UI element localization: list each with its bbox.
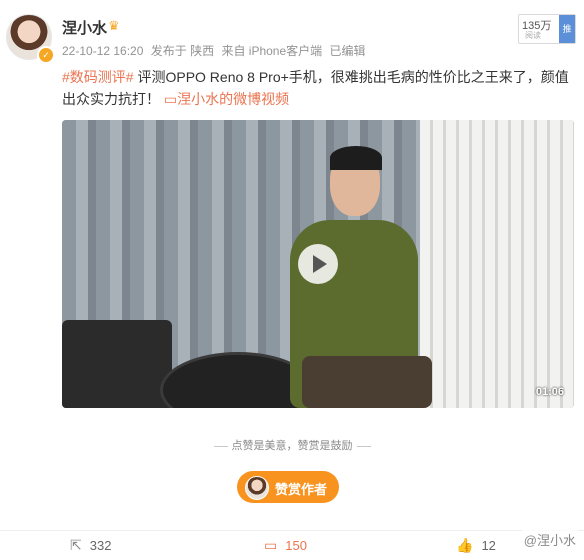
read-label: 阅读 [525, 31, 541, 40]
post-time[interactable]: 22-10-12 16:20 [62, 44, 143, 58]
verified-badge-icon: ✓ [37, 46, 55, 64]
username[interactable]: 涅小水 [62, 17, 107, 38]
crown-icon: ♛ [108, 18, 120, 33]
read-count-box[interactable]: 135万 阅读 推 [518, 14, 576, 44]
reward-tip-text: 点赞是美意，赞赏是鼓励 [231, 440, 353, 452]
post-body: 评测OPPO Reno 8 Pro+手机，很难挑出毛病的性价比之王来了，颜值出众… [62, 69, 569, 107]
comment-count: 150 [285, 538, 307, 553]
post-edited[interactable]: 已编辑 [329, 44, 365, 58]
video-link-icon: ▭ [163, 91, 178, 107]
author-mini-avatar [245, 476, 269, 500]
share-icon: ⇱ [70, 537, 82, 553]
video-duration: 01:06 [535, 386, 564, 398]
like-icon: 👍 [456, 537, 474, 553]
divider [213, 445, 228, 447]
reward-tip: 点赞是美意，赞赏是鼓励 [0, 437, 584, 453]
play-icon[interactable] [298, 244, 338, 284]
video-player[interactable]: 01:06 [62, 120, 574, 408]
video-link[interactable]: ▭涅小水的微博视频 [164, 91, 289, 107]
comment-button[interactable]: ▭ 150 [264, 537, 307, 554]
share-count: 332 [89, 538, 112, 553]
comment-icon: ▭ [264, 537, 278, 553]
divider [356, 445, 371, 447]
video-link-label: 涅小水的微博视频 [177, 91, 290, 107]
like-count: 12 [481, 538, 496, 553]
post-text: #数码测评# 评测OPPO Reno 8 Pro+手机，很难挑出毛病的性价比之王… [62, 66, 572, 110]
share-button[interactable]: ⇱ 332 [70, 537, 111, 554]
chair [62, 320, 172, 408]
hashtag-link[interactable]: #数码测评# [62, 69, 134, 85]
watermark: @涅小水 [521, 530, 578, 549]
action-bar: ⇱ 332 ▭ 150 👍 12 [0, 530, 584, 560]
person-legs [302, 356, 432, 408]
promote-button[interactable]: 推 [559, 15, 575, 43]
post-location: 发布于 陕西 [150, 44, 215, 58]
reward-button-label: 赞赏作者 [275, 482, 328, 497]
post-meta: 22-10-12 16:20 发布于 陕西 来自 iPhone客户端 已编辑 [62, 42, 370, 59]
like-button[interactable]: 👍 12 [456, 537, 496, 554]
reward-author-button[interactable]: 赞赏作者 [237, 471, 339, 503]
person-hair [330, 146, 382, 170]
window-blind [420, 120, 574, 408]
post-source: 来自 iPhone客户端 [221, 44, 323, 58]
